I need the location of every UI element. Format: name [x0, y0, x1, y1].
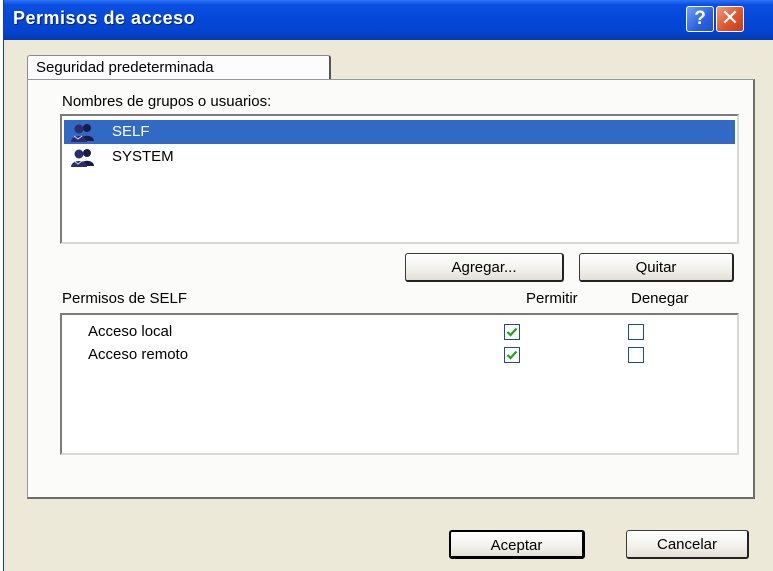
users-listbox[interactable]: SELF SYSTEM — [60, 114, 739, 244]
deny-checkbox[interactable] — [628, 347, 644, 363]
window-title: Permisos de acceso — [13, 8, 196, 28]
permission-row: Acceso remoto — [62, 342, 737, 366]
permission-label: Acceso remoto — [88, 346, 189, 363]
user-name: SELF — [112, 123, 150, 140]
add-button[interactable]: Agregar... — [405, 253, 564, 282]
checkmark-icon — [506, 327, 518, 337]
users-group-icon — [71, 124, 94, 142]
permission-label: Acceso local — [88, 323, 173, 340]
allow-checkbox[interactable] — [504, 347, 520, 363]
allow-checkbox[interactable] — [504, 324, 520, 340]
close-button[interactable]: ✕ — [716, 6, 744, 32]
users-list-label: Nombres de grupos o usuarios: — [62, 93, 272, 110]
remove-button[interactable]: Quitar — [579, 253, 734, 282]
list-item[interactable]: SYSTEM — [64, 145, 735, 169]
help-button[interactable]: ? — [686, 6, 714, 32]
checkmark-icon — [506, 350, 518, 360]
users-group-icon — [71, 149, 94, 167]
permissions-label: Permisos de SELF — [62, 290, 188, 307]
user-name: SYSTEM — [112, 148, 174, 165]
permissions-list: Acceso local Acceso remoto — [60, 313, 739, 455]
allow-column-header: Permitir — [526, 290, 578, 307]
tab-default-security[interactable]: Seguridad predeterminada — [27, 55, 331, 80]
cancel-button[interactable]: Cancelar — [626, 530, 749, 559]
deny-checkbox[interactable] — [628, 324, 644, 340]
ok-button[interactable]: Aceptar — [449, 530, 585, 559]
deny-column-header: Denegar — [631, 290, 689, 307]
list-item[interactable]: SELF — [64, 120, 735, 144]
title-bar[interactable]: Permisos de acceso ? ✕ — [4, 0, 773, 40]
permission-row: Acceso local — [62, 319, 737, 343]
tab-label: Seguridad predeterminada — [36, 59, 214, 76]
